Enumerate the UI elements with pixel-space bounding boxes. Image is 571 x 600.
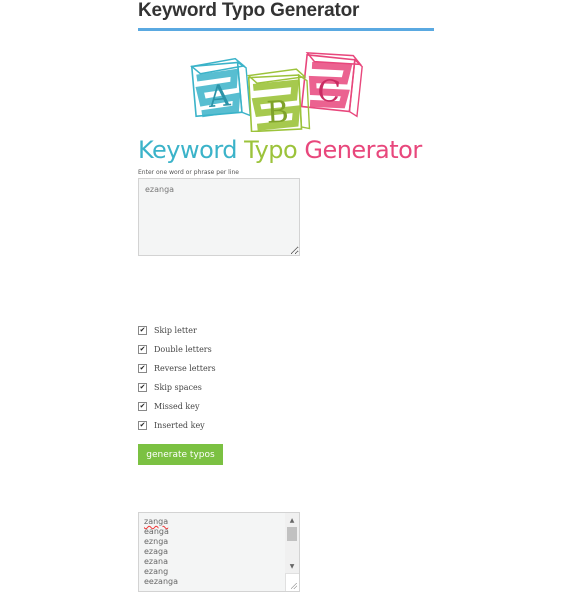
result-line: eanga — [144, 527, 169, 536]
block-c-letter: C — [316, 73, 343, 110]
option-label: Skip spaces — [154, 383, 202, 392]
block-b: B — [246, 68, 311, 132]
logo-wordmark: Keyword Typo Generator — [138, 136, 438, 164]
option-skip-letter[interactable]: ✔ Skip letter — [138, 321, 216, 340]
scroll-up-arrow-icon[interactable]: ▲ — [285, 515, 299, 525]
scroll-down-arrow-icon[interactable]: ▼ — [285, 561, 299, 571]
abc-blocks-logo: A C B — [190, 51, 363, 132]
result-line: zanga — [144, 517, 169, 526]
checkbox-double-letters[interactable]: ✔ — [138, 345, 147, 354]
result-line: ezana — [144, 557, 168, 566]
resize-grip-icon[interactable] — [285, 573, 299, 591]
option-label: Inserted key — [154, 421, 205, 430]
option-double-letters[interactable]: ✔ Double letters — [138, 340, 216, 359]
logo-word-generator: Generator — [304, 136, 422, 164]
option-reverse-letters[interactable]: ✔ Reverse letters — [138, 359, 216, 378]
result-line: ezang — [144, 567, 169, 576]
checkbox-skip-letter[interactable]: ✔ — [138, 326, 147, 335]
block-a-letter: A — [206, 78, 232, 115]
checkbox-missed-key[interactable]: ✔ — [138, 402, 147, 411]
logo-word-typo: Typo — [244, 136, 298, 164]
keyword-input[interactable]: ezanga — [138, 178, 300, 256]
checkbox-inserted-key[interactable]: ✔ — [138, 421, 147, 430]
option-label: Skip letter — [154, 326, 197, 335]
scroll-thumb[interactable] — [287, 527, 297, 541]
result-line: eznga — [144, 537, 169, 546]
option-label: Double letters — [154, 345, 212, 354]
block-b-letter: B — [266, 95, 290, 131]
keyword-input-label: Enter one word or phrase per line — [138, 169, 239, 176]
option-label: Missed key — [154, 402, 200, 411]
logo-word-keyword: Keyword — [138, 136, 238, 164]
checkbox-skip-spaces[interactable]: ✔ — [138, 383, 147, 392]
results-textarea[interactable]: zanga eanga eznga ezaga ezana ezang eeza… — [138, 512, 300, 592]
title-underline — [138, 28, 434, 31]
block-c: C — [300, 51, 363, 118]
page-title: Keyword Typo Generator — [138, 0, 360, 21]
checkbox-reverse-letters[interactable]: ✔ — [138, 364, 147, 373]
results-list: zanga eanga eznga ezaga ezana ezang eeza… — [144, 517, 178, 587]
option-skip-spaces[interactable]: ✔ Skip spaces — [138, 378, 216, 397]
result-line: ezaga — [144, 547, 169, 556]
option-inserted-key[interactable]: ✔ Inserted key — [138, 416, 216, 435]
option-label: Reverse letters — [154, 364, 216, 373]
block-a: A — [190, 57, 252, 118]
typo-options: ✔ Skip letter ✔ Double letters ✔ Reverse… — [138, 321, 216, 435]
result-line: eezanga — [144, 577, 178, 586]
option-missed-key[interactable]: ✔ Missed key — [138, 397, 216, 416]
generate-typos-button[interactable]: generate typos — [138, 444, 223, 465]
